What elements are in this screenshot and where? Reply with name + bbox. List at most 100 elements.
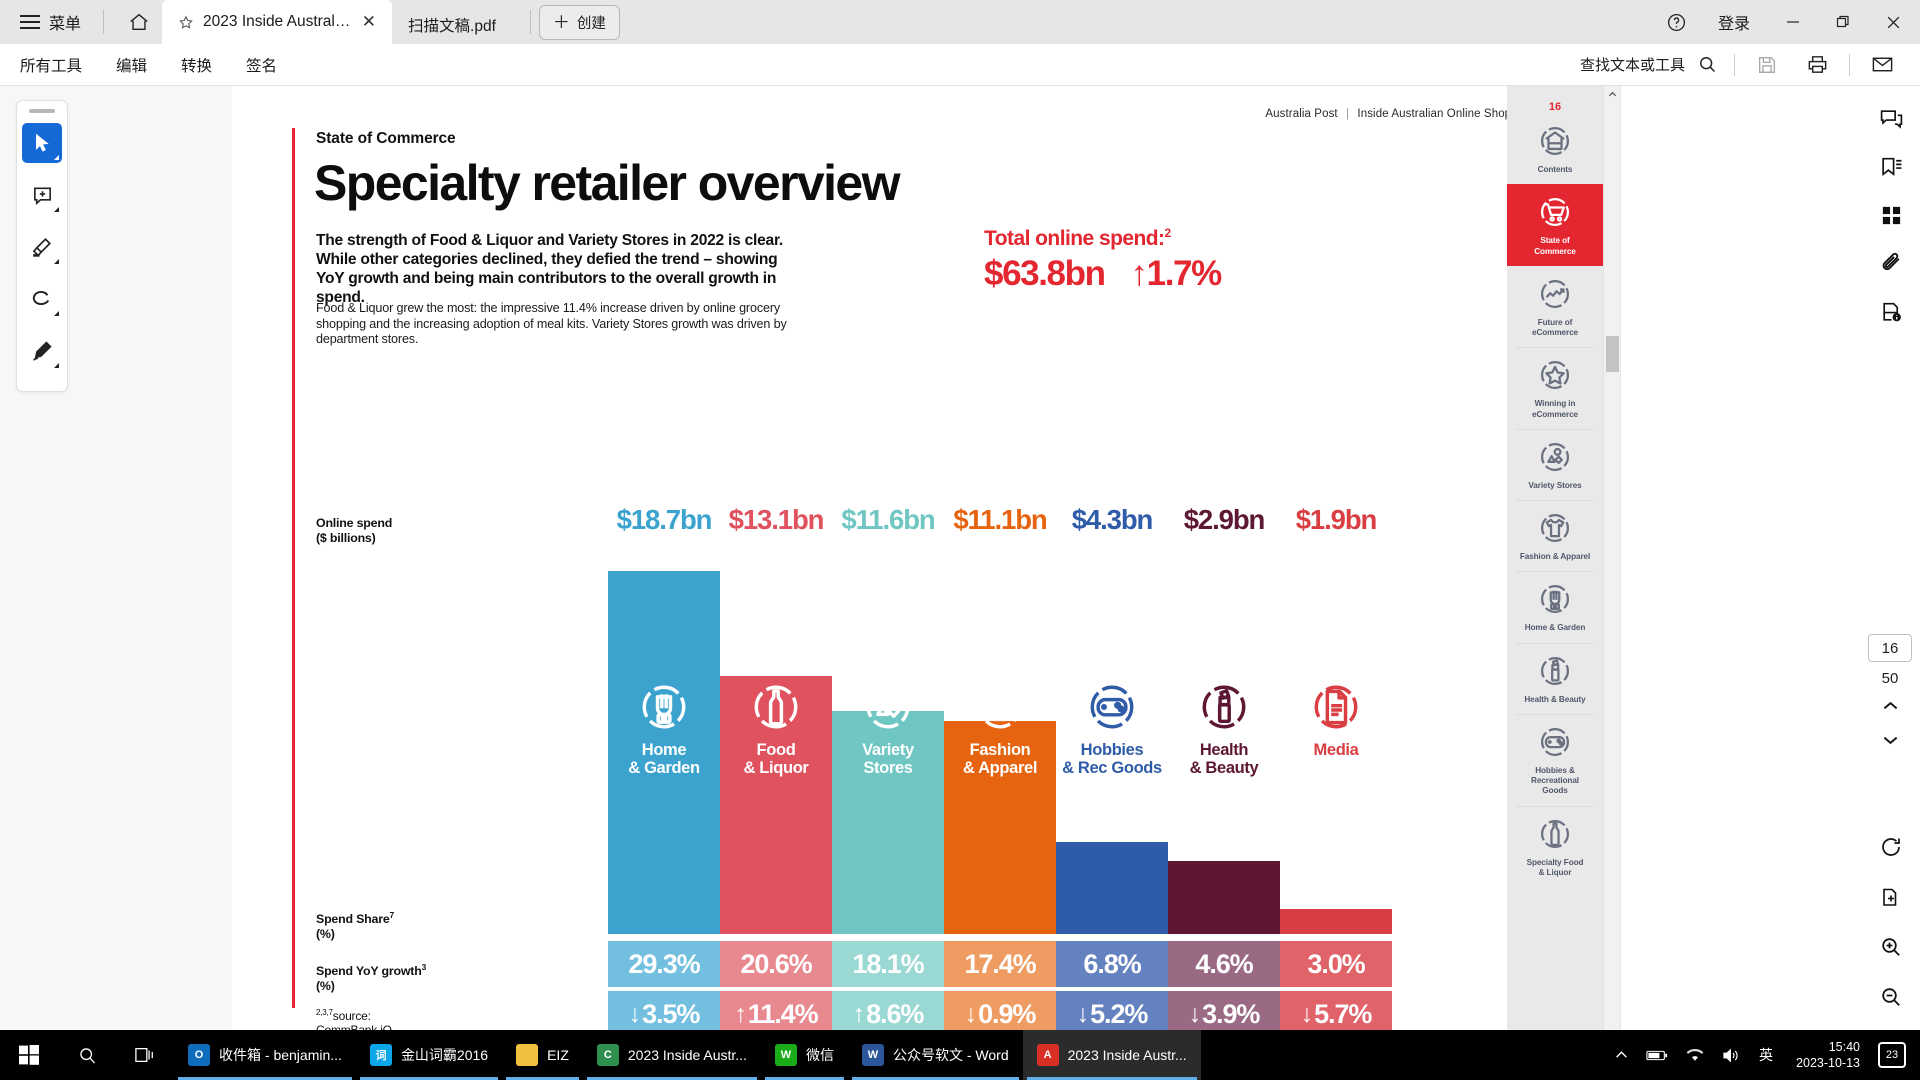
next-page-button[interactable] [1868, 725, 1912, 755]
start-button[interactable] [0, 1030, 58, 1080]
taskbar-item[interactable]: O 收件箱 - benjamin... [174, 1030, 356, 1080]
help-button[interactable] [1656, 0, 1698, 44]
app-icon: W [774, 1044, 797, 1066]
chevron-down-icon [1883, 736, 1897, 745]
nav-item-icon [1511, 725, 1599, 762]
page-navigation: 16 50 [1864, 634, 1916, 755]
export-button[interactable] [1868, 874, 1914, 920]
network-icon-button[interactable] [1682, 1048, 1708, 1062]
tab-1[interactable]: 扫描文稿.pdf [392, 6, 510, 44]
sign-in-button[interactable]: 登录 [1702, 10, 1766, 34]
battery-icon-button[interactable] [1642, 1049, 1672, 1062]
total-pages-label: 50 [1881, 670, 1899, 687]
spend-yoy-cell: ↑ 11.4% [720, 991, 832, 1030]
chevron-up-icon [1883, 701, 1897, 710]
comment-plus-icon [33, 186, 51, 205]
home-button[interactable] [116, 5, 162, 39]
email-button[interactable] [1858, 44, 1906, 86]
main-menu-button[interactable]: 菜单 [10, 4, 91, 40]
menu-all-tools[interactable]: 所有工具 [6, 50, 96, 80]
bookmark-panel-button[interactable] [1868, 144, 1914, 190]
restore-icon [1836, 15, 1849, 28]
toolbar-grip[interactable] [29, 109, 55, 113]
menu-convert[interactable]: 转换 [167, 50, 226, 80]
select-tool-button[interactable] [22, 123, 62, 163]
comment-panel-button[interactable] [1868, 96, 1914, 142]
ime-indicator[interactable]: 英 [1754, 1045, 1778, 1065]
nav-item-winning-in-ecommerce[interactable]: Winning in eCommerce [1507, 347, 1603, 429]
category-label: Fashion & Apparel [962, 741, 1038, 778]
create-button[interactable]: ＋ 创建 [538, 4, 620, 40]
scroll-up-button[interactable] [1604, 86, 1620, 103]
close-icon [1887, 16, 1899, 28]
lipstick-icon [1202, 685, 1246, 729]
taskbar-item[interactable]: 词金山词霸2016 [356, 1030, 502, 1080]
nav-item-health-beauty[interactable]: Health & Beauty [1507, 642, 1603, 714]
draw-oval-tool-button[interactable] [22, 279, 62, 319]
wifi-icon [1686, 1049, 1704, 1061]
nav-item-state-of-commerce[interactable]: State of Commerce [1507, 184, 1603, 266]
tab-0[interactable]: 2023 Inside Australia... ✕ [162, 0, 393, 44]
thumbnails-panel-button[interactable] [1868, 192, 1914, 238]
nav-item-hobbies-recreational-goods[interactable]: Hobbies & Recreational Goods [1507, 713, 1603, 806]
lipstick-icon [1540, 656, 1570, 685]
notification-center-button[interactable]: 23 [1878, 1042, 1906, 1068]
row-label-online-spend: Online spend ($ billions) [316, 516, 392, 545]
spend-share-cell: 18.1% [832, 941, 944, 987]
nav-item-label: Health & Beauty [1524, 694, 1586, 704]
spend-share-cell: 17.4% [944, 941, 1056, 987]
category-label: Home & Garden [628, 741, 700, 778]
title-bar: 菜单 2023 Inside Australia... ✕ 扫描文稿.pdf ＋… [0, 0, 1920, 44]
clock[interactable]: 15:40 2023-10-13 [1788, 1039, 1868, 1072]
minimize-button[interactable] [1770, 0, 1816, 44]
footnote-marker: 3 [421, 962, 427, 972]
category-icon-wrap [638, 681, 690, 736]
nav-item-future-of-ecommerce[interactable]: Future of eCommerce [1507, 266, 1603, 348]
nav-item-home-garden[interactable]: Home & Garden [1507, 571, 1603, 642]
close-button[interactable] [1870, 0, 1916, 44]
nav-item-specialty-food-liquor[interactable]: Specialty Food & Liquor [1507, 805, 1603, 888]
rotate-button[interactable] [1868, 824, 1914, 870]
attachments-panel-button[interactable] [1868, 240, 1914, 286]
taskbar-search-button[interactable] [58, 1030, 116, 1080]
chevron-down-icon [54, 155, 59, 160]
task-view-button[interactable] [116, 1030, 174, 1080]
signature-tool-button[interactable] [22, 331, 62, 371]
taskbar-item[interactable]: A 2023 Inside Austr... [1022, 1030, 1201, 1080]
add-comment-tool-button[interactable] [22, 175, 62, 215]
find-button[interactable]: 查找文本或工具 [1580, 54, 1726, 75]
previous-page-button[interactable] [1868, 691, 1912, 721]
scrollbar-thumb[interactable] [1606, 336, 1619, 372]
zoom-out-button[interactable] [1868, 974, 1914, 1020]
restore-button[interactable] [1820, 0, 1866, 44]
taskbar-item[interactable]: W 公众号软文 - Word [848, 1030, 1023, 1080]
tab-close-icon[interactable]: ✕ [360, 12, 378, 32]
highlight-tool-button[interactable] [22, 227, 62, 267]
nav-item-fashion-apparel[interactable]: Fashion & Apparel [1507, 500, 1603, 571]
footnote-marker: 7 [389, 910, 395, 920]
menu-edit[interactable]: 编辑 [102, 50, 161, 80]
task-view-icon [135, 1048, 153, 1062]
current-page-input[interactable]: 16 [1868, 634, 1912, 662]
nav-item-contents[interactable]: Contents [1507, 113, 1603, 184]
taskbar-item[interactable]: C 2023 Inside Austr... [583, 1030, 761, 1080]
volume-icon-button[interactable] [1718, 1048, 1744, 1063]
tray-expand-button[interactable] [1611, 1049, 1632, 1062]
document-info-button[interactable] [1868, 288, 1914, 334]
category-icon-wrap [862, 681, 914, 736]
zoom-in-button[interactable] [1868, 924, 1914, 970]
save-button[interactable] [1743, 44, 1791, 86]
app-icon: A [1036, 1044, 1059, 1066]
nav-item-variety-stores[interactable]: Variety Stores [1507, 428, 1603, 500]
print-button[interactable] [1793, 44, 1841, 86]
row-label-text: Spend Share [316, 912, 390, 927]
taskbar-item-label: 公众号软文 - Word [892, 1047, 1009, 1063]
taskbar-item[interactable]: W 微信 [761, 1030, 848, 1080]
divider [529, 10, 531, 34]
menu-sign[interactable]: 签名 [232, 50, 291, 80]
star-icon[interactable] [178, 14, 194, 31]
taskbar-item[interactable]: EIZ [502, 1030, 583, 1080]
chevron-down-icon [54, 311, 59, 316]
page-scroll-area[interactable]: Australia Post | Inside Australian Onlin… [232, 86, 1603, 1030]
page-vertical-scrollbar[interactable] [1603, 86, 1620, 1030]
